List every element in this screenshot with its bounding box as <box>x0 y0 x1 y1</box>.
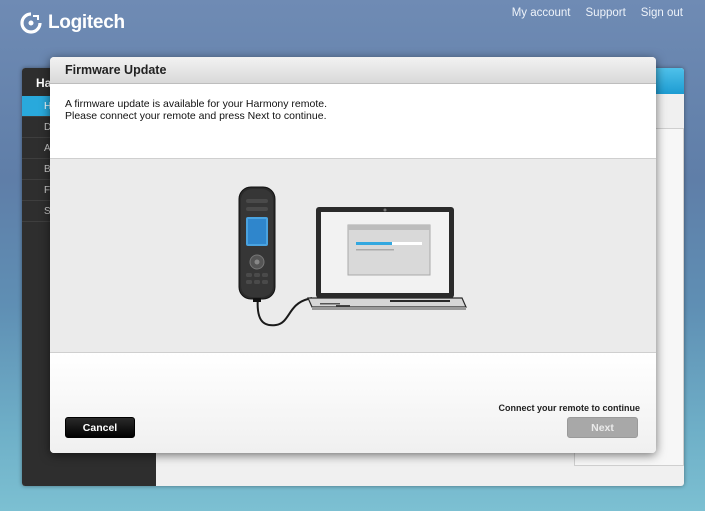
next-button[interactable]: Next <box>567 417 638 438</box>
dialog-title: Firmware Update <box>50 57 656 84</box>
connection-status-text: Connect your remote to continue <box>498 403 640 413</box>
account-links: My account Support Sign out <box>512 7 683 19</box>
cancel-button[interactable]: Cancel <box>65 417 135 438</box>
laptop-icon <box>307 207 467 310</box>
connect-remote-illustration <box>50 158 656 353</box>
my-account-link[interactable]: My account <box>512 7 571 19</box>
sign-out-link[interactable]: Sign out <box>641 7 683 19</box>
dialog-message: A firmware update is available for your … <box>50 84 656 158</box>
harmony-remote-icon <box>238 186 276 302</box>
logo-text: Logitech <box>48 12 125 33</box>
dialog-message-line-2: Please connect your remote and press Nex… <box>65 110 327 122</box>
remote-laptop-illustration <box>238 186 467 327</box>
dialog-footer: Connect your remote to continue Cancel N… <box>50 353 656 453</box>
top-bar: Logitech My account Support Sign out <box>0 0 705 46</box>
firmware-update-dialog: Firmware Update A firmware update is ava… <box>50 57 656 453</box>
logitech-logo[interactable]: Logitech <box>20 9 125 37</box>
dialog-message-line-1: A firmware update is available for your … <box>65 98 328 110</box>
logitech-logo-icon <box>20 12 42 34</box>
support-link[interactable]: Support <box>586 7 626 19</box>
